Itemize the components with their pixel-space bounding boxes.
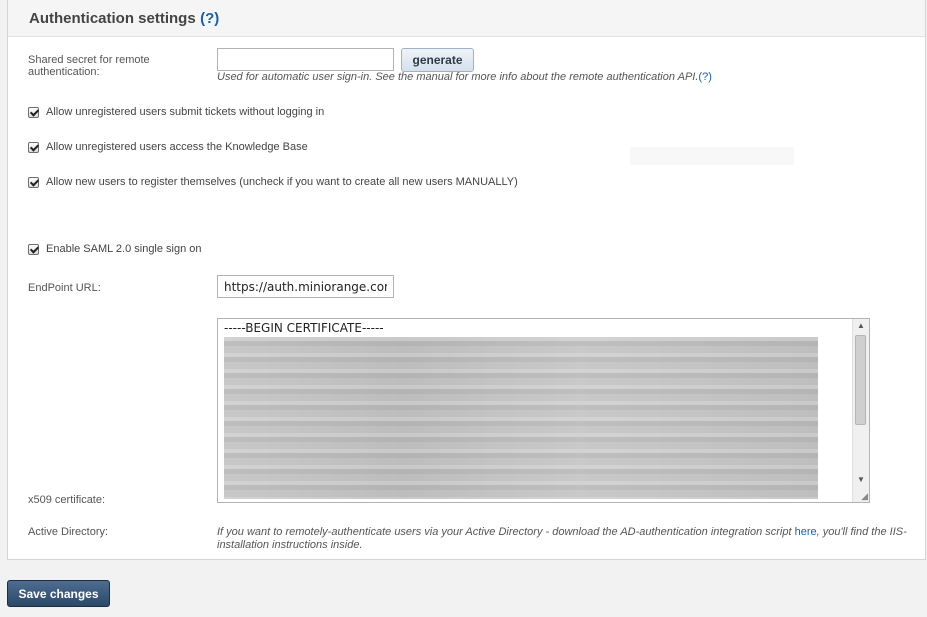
allow-register-row[interactable]: Allow new users to register themselves (… — [28, 176, 518, 188]
certificate-scrollbar[interactable]: ▲ ▼ — [852, 319, 869, 502]
allow-tickets-label: Allow unregistered users submit tickets … — [46, 106, 325, 118]
allow-register-label: Allow new users to register themselves (… — [46, 176, 518, 188]
allow-tickets-checkbox[interactable] — [28, 106, 39, 118]
endpoint-label: EndPoint URL: — [28, 282, 101, 294]
panel-header: Authentication settings (?) — [8, 0, 925, 37]
certificate-textarea[interactable]: -----BEGIN CERTIFICATE----- ▲ ▼ ◢ — [217, 318, 870, 503]
save-changes-button[interactable]: Save changes — [7, 580, 110, 607]
redacted-area — [630, 147, 794, 165]
endpoint-url-input[interactable] — [217, 275, 394, 298]
resize-grip-icon[interactable]: ◢ — [861, 492, 868, 501]
certificate-body-redacted — [224, 337, 818, 499]
shared-secret-input[interactable] — [217, 48, 394, 71]
ad-script-link[interactable]: here — [795, 526, 817, 538]
shared-secret-label: Shared secret for remote authentication: — [28, 54, 150, 78]
scroll-down-icon[interactable]: ▼ — [853, 473, 869, 487]
allow-kb-row[interactable]: Allow unregistered users access the Know… — [28, 141, 308, 153]
enable-saml-row[interactable]: Enable SAML 2.0 single sign on — [28, 243, 202, 255]
allow-kb-checkbox[interactable] — [28, 141, 39, 153]
enable-saml-label: Enable SAML 2.0 single sign on — [46, 243, 202, 255]
api-help-link[interactable]: (?) — [698, 71, 711, 83]
scroll-thumb[interactable] — [855, 335, 866, 425]
active-directory-label: Active Directory: — [28, 526, 109, 538]
enable-saml-checkbox[interactable] — [28, 243, 39, 255]
allow-kb-label: Allow unregistered users access the Know… — [46, 141, 308, 153]
settings-panel: Authentication settings (?) Shared secre… — [7, 0, 926, 560]
allow-register-checkbox[interactable] — [28, 176, 39, 188]
generate-button[interactable]: generate — [401, 48, 474, 72]
scroll-up-icon[interactable]: ▲ — [853, 319, 869, 333]
shared-secret-hint: Used for automatic user sign-in. See the… — [217, 71, 712, 83]
page-title: Authentication settings — [29, 10, 196, 27]
certificate-label: x509 certificate: — [28, 494, 106, 506]
help-link[interactable]: (?) — [200, 10, 219, 27]
certificate-header-line: -----BEGIN CERTIFICATE----- — [224, 321, 384, 335]
allow-tickets-row[interactable]: Allow unregistered users submit tickets … — [28, 106, 324, 118]
active-directory-text: If you want to remotely-authenticate use… — [217, 526, 907, 551]
